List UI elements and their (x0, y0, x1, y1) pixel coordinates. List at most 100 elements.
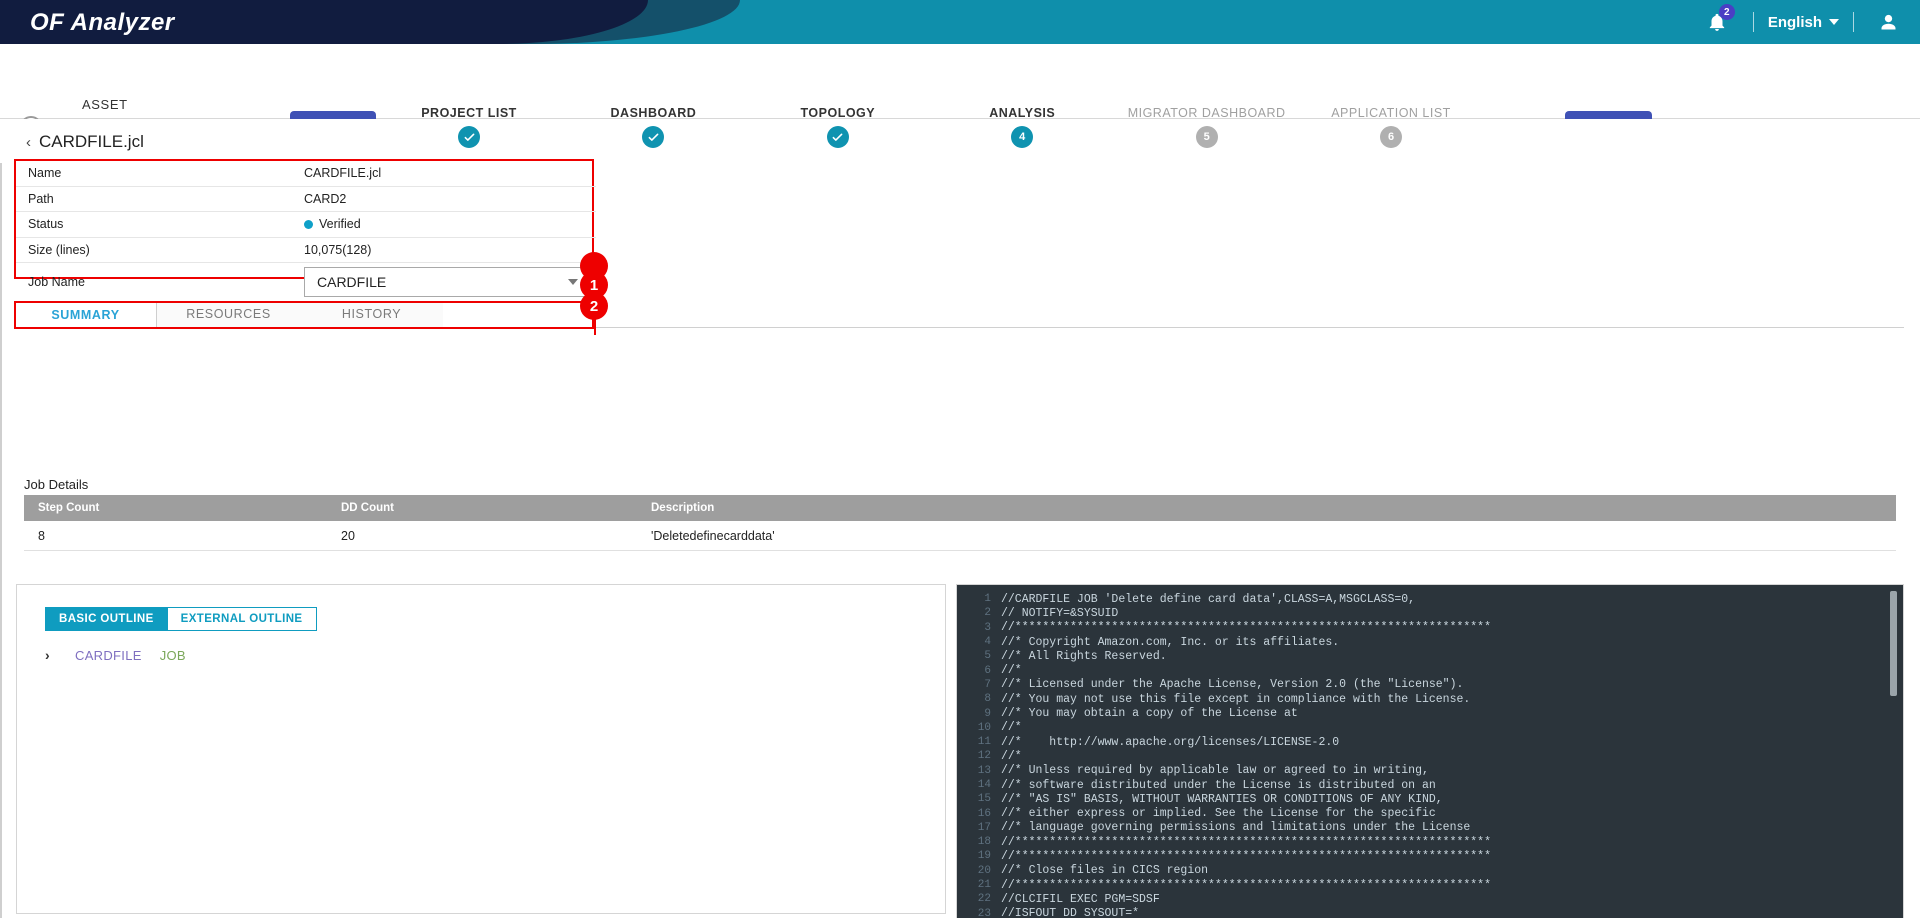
outline-panel: BASIC OUTLINE EXTERNAL OUTLINE › CARDFIL… (16, 584, 946, 914)
code-line: 6 //* (957, 663, 1903, 677)
check-icon (648, 133, 659, 141)
line-number: 10 (977, 721, 991, 734)
code-line: 18 //************************************… (957, 835, 1903, 849)
line-text: //* All Rights Reserved. (1001, 649, 1167, 663)
code-line: 11 //* http://www.apache.org/licenses/LIC… (957, 735, 1903, 749)
line-number: 14 (977, 779, 991, 791)
code-line: 21 //************************************… (957, 878, 1903, 892)
line-number: 13 (977, 764, 991, 777)
line-number: 2 (984, 607, 991, 620)
code-scrollbar-thumb[interactable] (1890, 591, 1897, 696)
line-text: //**************************************… (1001, 878, 1491, 892)
code-line: 15 //* "AS IS" BASIS, WITHOUT WARRANTIES … (957, 792, 1903, 806)
line-number: 23 (977, 907, 991, 918)
cell-dd-count: 20 (341, 528, 355, 543)
language-label: English (1767, 13, 1822, 31)
line-text: //* Close files in CICS region (1001, 864, 1209, 878)
code-line: 5 //* All Rights Reserved. (957, 649, 1903, 663)
detail-value: CARDFILE.jcl (304, 166, 382, 181)
outline-tree-item[interactable]: › CARDFILE JOB (45, 647, 186, 663)
line-text: //* Unless required by applicable law or… (1001, 764, 1429, 778)
line-text: //* language governing permissions and l… (1001, 821, 1471, 835)
source-code-viewer[interactable]: 1 //CARDFILE JOB 'Delete define card data… (956, 584, 1904, 918)
detail-row-job-name: Job Name CARDFILE (16, 263, 596, 301)
job-details-heading: Job Details (24, 477, 89, 492)
step-node-check (458, 126, 480, 148)
line-text: //**************************************… (1001, 621, 1491, 635)
line-text: //CLCIFIL EXEC PGM=SDSF (1001, 892, 1160, 906)
line-number: 16 (977, 807, 991, 820)
detail-value-status: Verified (304, 217, 361, 231)
annotation-badge-2: 2 (580, 292, 608, 320)
detail-value: 10,075(128) (304, 242, 372, 257)
line-text: //* (1001, 664, 1022, 678)
step-label: MIGRATOR DASHBOARD (1127, 106, 1286, 120)
cell-description: 'Deletedefinecarddata' (651, 528, 775, 543)
tab-external-outline[interactable]: EXTERNAL OUTLINE (167, 607, 317, 631)
line-text: //* You may not use this file except in … (1001, 692, 1471, 706)
code-line: 3 //*************************************… (957, 621, 1903, 635)
code-line: 16 //* either express or implied. See the… (957, 806, 1903, 820)
notifications-button[interactable]: 2 (1695, 0, 1739, 44)
line-text: //* (1001, 721, 1022, 735)
column-header-dd-count: DD Count (341, 502, 395, 514)
app-logo[interactable]: OF Analyzer (30, 9, 175, 37)
header-actions: 2 English (1695, 0, 1908, 44)
line-text: //* You may obtain a copy of the License… (1001, 707, 1298, 721)
check-icon (832, 133, 843, 141)
column-header-description: Description (651, 502, 715, 514)
back-chevron-icon[interactable]: ‹ (26, 134, 31, 151)
line-text: // NOTIFY=&SYSUID (1001, 606, 1119, 620)
detail-key: Name (28, 166, 62, 181)
detail-key: Status (28, 217, 64, 232)
detail-row-path: Path CARD2 (16, 187, 596, 212)
outline-node-type: JOB (159, 647, 186, 663)
tab-label: EXTERNAL OUTLINE (180, 613, 303, 625)
wizard-step-bar: ASSET BACK PROJECT LIST DASHBOARD TOPOLO… (0, 44, 1920, 148)
detail-row-status: Status Verified (16, 212, 596, 238)
chevron-down-icon (568, 279, 578, 285)
page-title: CARDFILE.jcl (39, 132, 144, 151)
detail-value: CARD2 (304, 191, 347, 206)
line-number: 22 (977, 893, 991, 906)
line-text: //* http://www.apache.org/licenses/LICEN… (1001, 735, 1340, 749)
line-number: 4 (984, 636, 991, 649)
code-line: 8 //* You may not use this file except in… (957, 692, 1903, 706)
line-number: 18 (977, 836, 991, 849)
asset-slider-label: ASSET (82, 97, 128, 112)
step-node-number: 5 (1195, 126, 1218, 148)
notification-badge: 2 (1718, 4, 1735, 20)
line-number: 21 (977, 879, 991, 892)
code-line: 13 //* Unless required by applicable law … (957, 764, 1903, 778)
line-text: //CARDFILE JOB 'Delete define card data'… (1001, 592, 1416, 606)
line-text: //**************************************… (1001, 835, 1491, 849)
step-label: ANALYSIS (989, 106, 1056, 120)
breadcrumb[interactable]: ‹ CARDFILE.jcl (26, 132, 144, 152)
step-node-check (826, 126, 849, 148)
code-line: 7 //* Licensed under the Apache License, … (957, 678, 1903, 692)
table-row[interactable]: 8 20 'Deletedefinecarddata' (24, 521, 1896, 551)
main-content: ‹ CARDFILE.jcl 1 Name CARDFILE.jcl Path … (0, 119, 1920, 918)
line-text: //**************************************… (1001, 849, 1491, 863)
chevron-right-icon[interactable]: › (45, 647, 57, 663)
check-icon (464, 133, 474, 141)
language-selector[interactable]: English (1768, 14, 1839, 31)
status-badge: Verified (319, 217, 361, 232)
app-header: OF Analyzer 2 English (0, 0, 1920, 44)
detail-row-name: Name CARDFILE.jcl (16, 161, 596, 187)
line-text: //* software distributed under the Licen… (1001, 778, 1436, 792)
detail-key: Path (28, 191, 54, 206)
code-line: 20 //* Close files in CICS region (957, 864, 1903, 878)
line-text: //* (1001, 749, 1022, 763)
code-line: 19 //************************************… (957, 849, 1903, 863)
job-details-table: Step Count DD Count Description 8 20 'De… (24, 495, 1896, 551)
code-line: 1 //CARDFILE JOB 'Delete define card data… (957, 592, 1903, 606)
tab-basic-outline[interactable]: BASIC OUTLINE (45, 607, 168, 631)
line-number: 1 (984, 593, 991, 606)
user-menu-button[interactable] (1868, 0, 1908, 44)
line-number: 19 (977, 850, 991, 863)
line-number: 12 (977, 750, 991, 763)
job-name-select[interactable]: CARDFILE (304, 267, 589, 297)
code-line: 9 //* You may obtain a copy of the Licens… (957, 706, 1903, 720)
annotation-box-2 (14, 301, 594, 329)
